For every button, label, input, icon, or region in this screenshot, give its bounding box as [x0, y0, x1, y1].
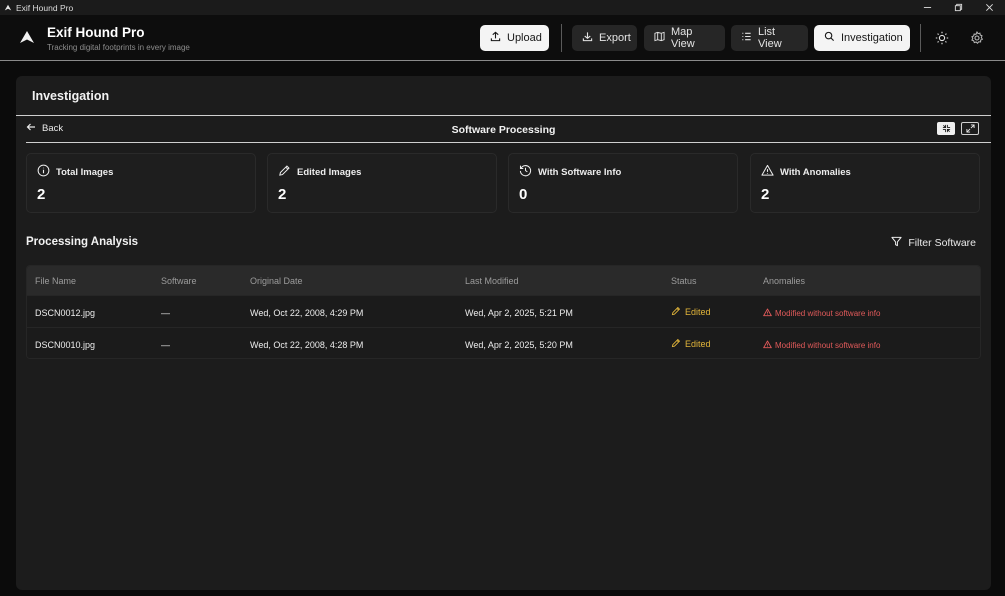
warning-icon — [763, 308, 772, 319]
upload-button[interactable]: Upload — [480, 25, 549, 51]
stat-card-anomalies: With Anomalies 2 — [750, 153, 980, 213]
cell-last-modified: Wed, Apr 2, 2025, 5:20 PM — [465, 340, 573, 350]
list-icon — [741, 31, 752, 45]
close-button[interactable] — [974, 0, 1005, 15]
cell-original-date: Wed, Oct 22, 2008, 4:28 PM — [250, 340, 364, 350]
upload-label: Upload — [507, 32, 542, 44]
column-header[interactable]: Last Modified — [465, 276, 519, 286]
investigation-button[interactable]: Investigation — [814, 25, 910, 51]
stat-card-total-images: Total Images 2 — [26, 153, 256, 213]
investigation-label: Investigation — [841, 32, 903, 44]
stat-card-software-info: With Software Info 0 — [508, 153, 738, 213]
collapse-view-button[interactable] — [937, 122, 955, 135]
restore-button[interactable] — [943, 0, 974, 15]
table-row[interactable]: DSCN0010.jpg — Wed, Oct 22, 2008, 4:28 P… — [27, 327, 980, 358]
minimize-icon — [942, 120, 951, 138]
brand-logo-icon — [19, 29, 35, 50]
pencil-icon — [671, 338, 681, 350]
divider — [26, 142, 991, 143]
brand-subtitle: Tracking digital footprints in every ima… — [47, 43, 190, 52]
cell-file-name: DSCN0010.jpg — [35, 340, 96, 350]
column-header[interactable]: File Name — [35, 276, 76, 286]
column-header[interactable]: Original Date — [250, 276, 303, 286]
cell-last-modified: Wed, Apr 2, 2025, 5:21 PM — [465, 308, 573, 318]
search-icon — [824, 31, 835, 45]
pencil-icon — [278, 164, 291, 182]
list-view-label: List View — [758, 26, 782, 50]
anomaly-label: Modified without software info — [775, 309, 881, 318]
map-view-label: Map View — [671, 26, 695, 50]
filter-software-button[interactable]: Filter Software — [891, 236, 976, 250]
table-row[interactable]: DSCN0012.jpg — Wed, Oct 22, 2008, 4:29 P… — [27, 295, 980, 327]
map-icon — [654, 31, 665, 45]
stat-value: 2 — [37, 186, 46, 203]
window-title: Exif Hound Pro — [16, 2, 74, 13]
download-icon — [582, 31, 593, 45]
cell-file-name: DSCN0012.jpg — [35, 308, 96, 318]
export-button[interactable]: Export — [572, 25, 637, 51]
upload-icon — [490, 31, 501, 45]
cell-software: — — [161, 308, 170, 318]
theme-toggle-sun-icon[interactable] — [934, 30, 950, 46]
status-label: Edited — [685, 339, 711, 349]
investigation-panel: Investigation Back Software Processing T… — [16, 76, 991, 590]
panel-title: Investigation — [32, 89, 110, 103]
toolbar-separator — [561, 24, 562, 52]
warning-icon — [763, 340, 772, 351]
stat-card-edited-images: Edited Images 2 — [267, 153, 497, 213]
settings-gear-icon[interactable] — [969, 30, 985, 46]
filter-label: Filter Software — [908, 237, 976, 249]
app-logo-icon — [4, 4, 12, 12]
window-titlebar: Exif Hound Pro — [0, 0, 1005, 15]
history-icon — [519, 164, 532, 182]
table-header: File Name Software Original Date Last Mo… — [27, 266, 980, 295]
stat-value: 2 — [761, 186, 770, 203]
warning-icon — [761, 164, 774, 182]
column-header[interactable]: Software — [161, 276, 197, 286]
anomaly-badge: Modified without software info — [763, 308, 880, 319]
pencil-icon — [671, 306, 681, 318]
column-header[interactable]: Anomalies — [763, 276, 805, 286]
stat-label: With Software Info — [538, 167, 622, 178]
anomaly-label: Modified without software info — [775, 341, 881, 350]
stat-label: Total Images — [56, 167, 114, 178]
stat-label: Edited Images — [297, 167, 362, 178]
analysis-title: Processing Analysis — [26, 236, 139, 248]
divider — [16, 115, 991, 116]
toolbar-separator — [920, 24, 921, 52]
column-header[interactable]: Status — [671, 276, 697, 286]
list-view-button[interactable]: List View — [731, 25, 808, 51]
stat-label: With Anomalies — [780, 167, 851, 178]
app-header: Exif Hound Pro Tracking digital footprin… — [0, 15, 1005, 61]
status-badge: Edited — [671, 338, 711, 350]
brand-title: Exif Hound Pro — [47, 25, 145, 40]
fullscreen-button[interactable] — [961, 122, 979, 135]
expand-icon — [965, 120, 975, 138]
status-label: Edited — [685, 307, 711, 317]
section-title: Software Processing — [451, 124, 556, 136]
anomaly-badge: Modified without software info — [763, 340, 880, 351]
info-icon — [37, 164, 50, 182]
minimize-button[interactable] — [912, 0, 943, 15]
filter-icon — [891, 236, 902, 250]
stat-value: 0 — [519, 186, 528, 203]
map-view-button[interactable]: Map View — [644, 25, 725, 51]
export-label: Export — [599, 32, 631, 44]
cell-software: — — [161, 340, 170, 350]
status-badge: Edited — [671, 306, 711, 318]
stat-value: 2 — [278, 186, 287, 203]
processing-table: File Name Software Original Date Last Mo… — [26, 265, 981, 359]
cell-original-date: Wed, Oct 22, 2008, 4:29 PM — [250, 308, 364, 318]
